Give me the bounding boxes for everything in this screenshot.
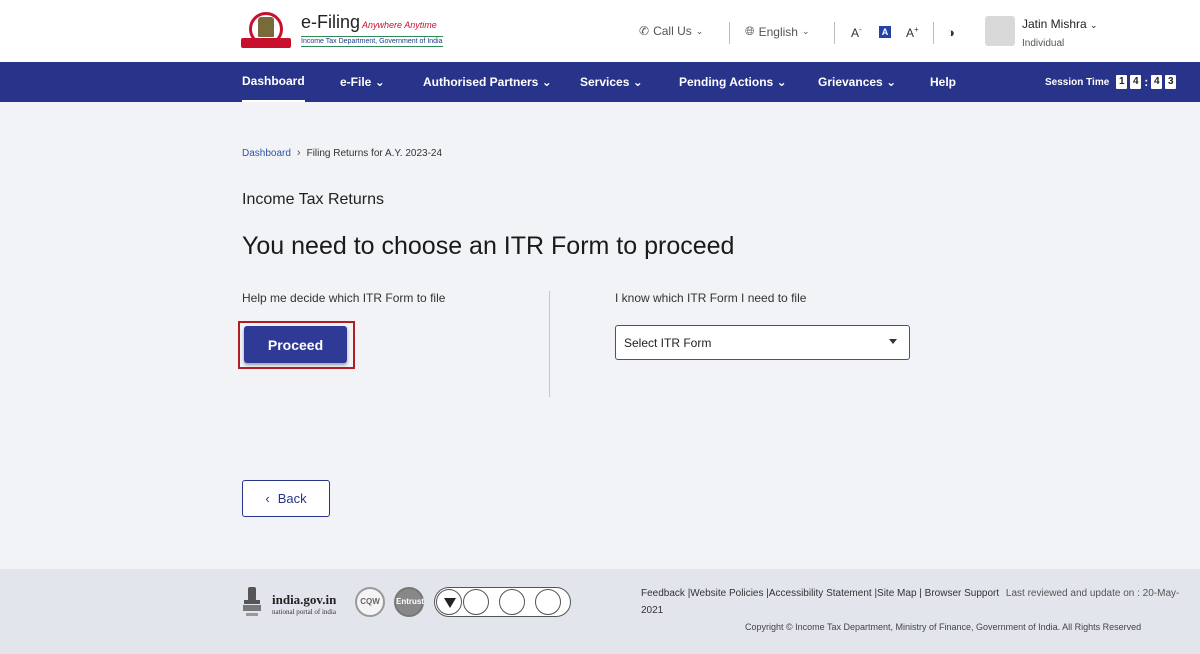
know-form-label: I know which ITR Form I need to file (615, 291, 807, 305)
section-title: Income Tax Returns (242, 191, 384, 208)
font-normal-button[interactable]: A (879, 26, 891, 38)
header-divider (729, 22, 730, 44)
cqw-badge-icon: CQW (355, 587, 385, 617)
session-label: Session Time (1045, 76, 1110, 88)
itr-form-select[interactable]: Select ITR Form (615, 325, 910, 360)
proceed-button[interactable]: Proceed (244, 326, 347, 363)
back-label: Back (277, 491, 307, 506)
chevron-down-icon: ⌄ (695, 25, 704, 36)
itr-form-select-value: Select ITR Form (624, 336, 712, 350)
session-digit: 1 (1116, 75, 1128, 89)
breadcrumb: Dashboard › Filing Returns for A.Y. 2023… (242, 147, 442, 159)
emblem-icon (241, 10, 297, 50)
india-gov-subtitle: national portal of india (272, 608, 336, 616)
nav-efile[interactable]: e-File ⌄ (340, 62, 385, 102)
last-reviewed-year: 2021 (641, 605, 664, 616)
nav-authorised-partners[interactable]: Authorised Partners ⌄ (423, 62, 552, 102)
back-button[interactable]: ‹ Back (242, 480, 330, 517)
caret-down-icon (889, 339, 897, 344)
logo-subtitle: Income Tax Department, Government of Ind… (301, 36, 443, 47)
india-gov-link[interactable]: india.gov.in (272, 592, 336, 608)
chevron-down-icon: ⌄ (374, 75, 385, 89)
nav-pending-actions[interactable]: Pending Actions ⌄ (679, 62, 787, 102)
footer (0, 569, 1200, 654)
session-timer: Session Time 1 4 : 4 3 (1045, 75, 1177, 89)
session-digit: 3 (1165, 75, 1177, 89)
font-decrease-button[interactable]: A- (851, 25, 862, 40)
call-us-label: Call Us (653, 24, 692, 38)
session-digit: 4 (1130, 75, 1142, 89)
help-decide-label: Help me decide which ITR Form to file (242, 291, 446, 305)
nav-help[interactable]: Help (930, 62, 956, 102)
session-digit: 4 (1151, 75, 1163, 89)
chevron-down-icon: ⌄ (801, 26, 810, 36)
session-colon: : (1144, 75, 1149, 89)
page-title: You need to choose an ITR Form to procee… (242, 232, 735, 260)
user-menu[interactable]: Jatin Mishra ⌄ (1022, 17, 1098, 31)
language-dropdown[interactable]: 🌐︎ English ⌄ (745, 24, 810, 39)
nav-grievances[interactable]: Grievances ⌄ (818, 62, 896, 102)
chevron-down-icon: ⌄ (632, 75, 643, 89)
main-nav: Dashboard e-File ⌄ Authorised Partners ⌄… (0, 62, 1200, 102)
phone-icon: ✆ (639, 24, 650, 38)
national-emblem-icon (243, 587, 261, 616)
avatar[interactable] (985, 16, 1015, 46)
chevron-down-icon: ⌄ (886, 75, 897, 89)
chevron-right-icon: › (296, 147, 301, 159)
breadcrumb-dashboard[interactable]: Dashboard (242, 148, 291, 159)
logo-title: e-Filing (301, 12, 361, 32)
entrust-badge-icon: Entrust (394, 587, 424, 617)
chevron-down-icon: ⌄ (776, 75, 787, 89)
chevron-down-icon: ⌄ (541, 75, 552, 89)
header-divider (933, 22, 934, 44)
chevron-down-icon: ⌄ (1090, 20, 1098, 30)
nav-services[interactable]: Services ⌄ (580, 62, 643, 102)
user-role: Individual (1022, 38, 1065, 49)
contrast-icon[interactable]: ◑ (947, 25, 955, 40)
user-name: Jatin Mishra (1022, 17, 1087, 31)
nav-dashboard[interactable]: Dashboard (242, 62, 305, 102)
footer-links[interactable]: Feedback |Website Policies |Accessibilit… (641, 588, 1179, 599)
last-reviewed: Last reviewed and update on : 20-May- (1005, 588, 1180, 599)
copyright-text: Copyright © Income Tax Department, Minis… (745, 622, 1142, 632)
chevron-left-icon: ‹ (265, 491, 270, 506)
header-divider (834, 22, 835, 44)
breadcrumb-current: Filing Returns for A.Y. 2023-24 (306, 147, 443, 159)
logo-tagline: Anywhere Anytime (362, 20, 437, 30)
efiling-logo[interactable]: e-Filing Anywhere Anytime Income Tax Depa… (241, 10, 443, 50)
call-us-dropdown[interactable]: ✆ Call Us ⌄ (639, 24, 703, 38)
globe-icon: 🌐︎ (745, 24, 755, 38)
vertical-divider (549, 291, 550, 397)
footer-links-text[interactable]: Feedback |Website Policies |Accessibilit… (641, 588, 999, 599)
iso-certification-icon (434, 587, 571, 617)
language-label: English (758, 24, 798, 39)
top-header: e-Filing Anywhere Anytime Income Tax Depa… (0, 0, 1200, 62)
font-increase-button[interactable]: A+ (906, 25, 919, 40)
